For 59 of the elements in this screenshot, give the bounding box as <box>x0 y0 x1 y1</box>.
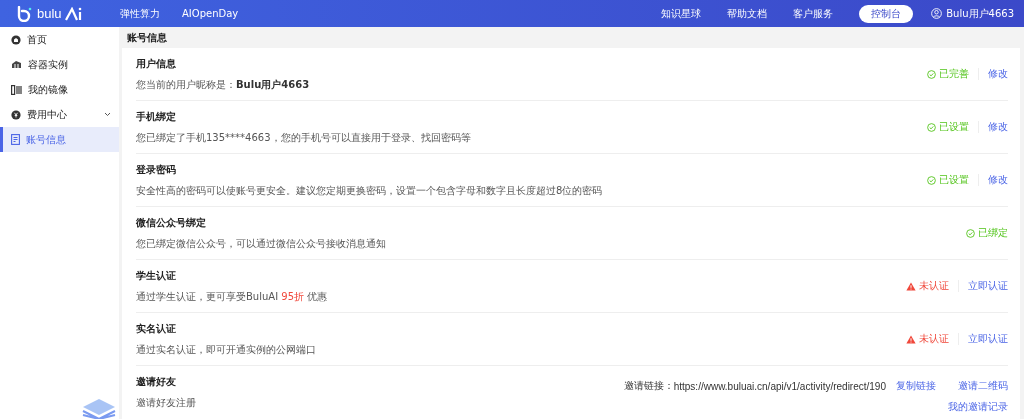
status-label: 已完善 <box>927 67 969 81</box>
sidebar-item[interactable]: 容器实例 <box>0 52 119 77</box>
server-icon <box>11 60 22 69</box>
page-title: 账号信息 <box>126 30 168 45</box>
sidebar-item[interactable]: 我的镜像 <box>0 77 119 102</box>
chevron-down-icon <box>104 112 111 117</box>
action-link[interactable]: 修改 <box>988 120 1008 134</box>
section-title: 微信公众号绑定 <box>136 215 207 230</box>
stacked-layers-drawing <box>81 397 117 419</box>
film-icon <box>11 84 22 95</box>
invite-qr-link[interactable]: 邀请二维码 <box>958 379 1008 393</box>
invite-records-link[interactable]: 我的邀请记录 <box>948 400 1008 414</box>
action-link[interactable]: 修改 <box>988 173 1008 187</box>
sidebar-item[interactable]: 账号信息 <box>0 127 119 152</box>
check-circle-icon <box>966 228 975 238</box>
copy-link[interactable]: 复制链接 <box>896 379 936 393</box>
sidebar-item[interactable]: 费用中心 <box>0 102 119 127</box>
document-icon <box>11 134 20 145</box>
home-icon <box>11 34 21 45</box>
warning-icon <box>906 334 916 344</box>
nav-link[interactable]: 知识星球 <box>661 6 702 21</box>
coin-icon <box>11 109 21 120</box>
section-description: 邀请好友注册 <box>136 396 196 410</box>
section-description: 通过学生认证，更可享受BuluAI 95折 优惠 <box>136 289 328 304</box>
check-circle-icon <box>927 122 936 132</box>
invite-link-label: 邀请链接： <box>623 379 674 391</box>
section-description: 您已绑定微信公众号，可以通过微信公众号接收消息通知 <box>136 236 386 251</box>
section-title: 用户信息 <box>136 56 177 71</box>
status-label: 未认证 <box>906 332 949 346</box>
nav-link[interactable]: 帮助文档 <box>727 6 768 21</box>
user-name[interactable]: Bulu用户4663 <box>946 6 1014 21</box>
check-circle-icon <box>927 175 936 185</box>
section-title: 学生认证 <box>136 268 177 283</box>
user-icon[interactable] <box>931 8 943 19</box>
action-link[interactable]: 修改 <box>988 67 1008 81</box>
section-description: 通过实名认证，即可开通实例的公网端口 <box>136 342 316 357</box>
invite-link-url: https://www.buluai.cn/api/v1/activity/redirect/190 <box>673 380 886 392</box>
status-label: 已绑定 <box>966 226 1008 240</box>
action-link[interactable]: 立即认证 <box>968 279 1008 293</box>
status-label: 未认证 <box>906 279 949 293</box>
section-title: 手机绑定 <box>136 109 177 124</box>
brand-name: bulu <box>37 6 62 21</box>
console-button[interactable]: 控制台 <box>859 4 914 23</box>
status-label: 已设置 <box>927 173 969 187</box>
sidebar-item[interactable]: 首页 <box>0 27 119 52</box>
section-description: 您已绑定了手机135****4663，您的手机号可以直接用于登录、找回密码等 <box>136 130 471 145</box>
section-title: 登录密码 <box>136 162 177 177</box>
logo-icon <box>16 5 34 22</box>
nav-link[interactable]: 客户服务 <box>793 6 834 21</box>
status-label: 已设置 <box>927 120 969 134</box>
check-circle-icon <box>927 69 936 79</box>
action-link[interactable]: 立即认证 <box>968 332 1008 346</box>
nav-link[interactable]: AIOpenDay <box>182 8 239 19</box>
section-title: 邀请好友 <box>136 375 177 389</box>
warning-icon <box>906 281 916 291</box>
nav-link[interactable]: 弹性算力 <box>120 6 160 21</box>
section-description: 安全性高的密码可以使账号更安全。建议您定期更换密码，设置一个包含字母和数字且长度超过8位的密码 <box>136 183 603 198</box>
section-description: 您当前的用户昵称是：Bulu用户4663 <box>136 77 310 92</box>
section-title: 实名认证 <box>136 321 177 336</box>
